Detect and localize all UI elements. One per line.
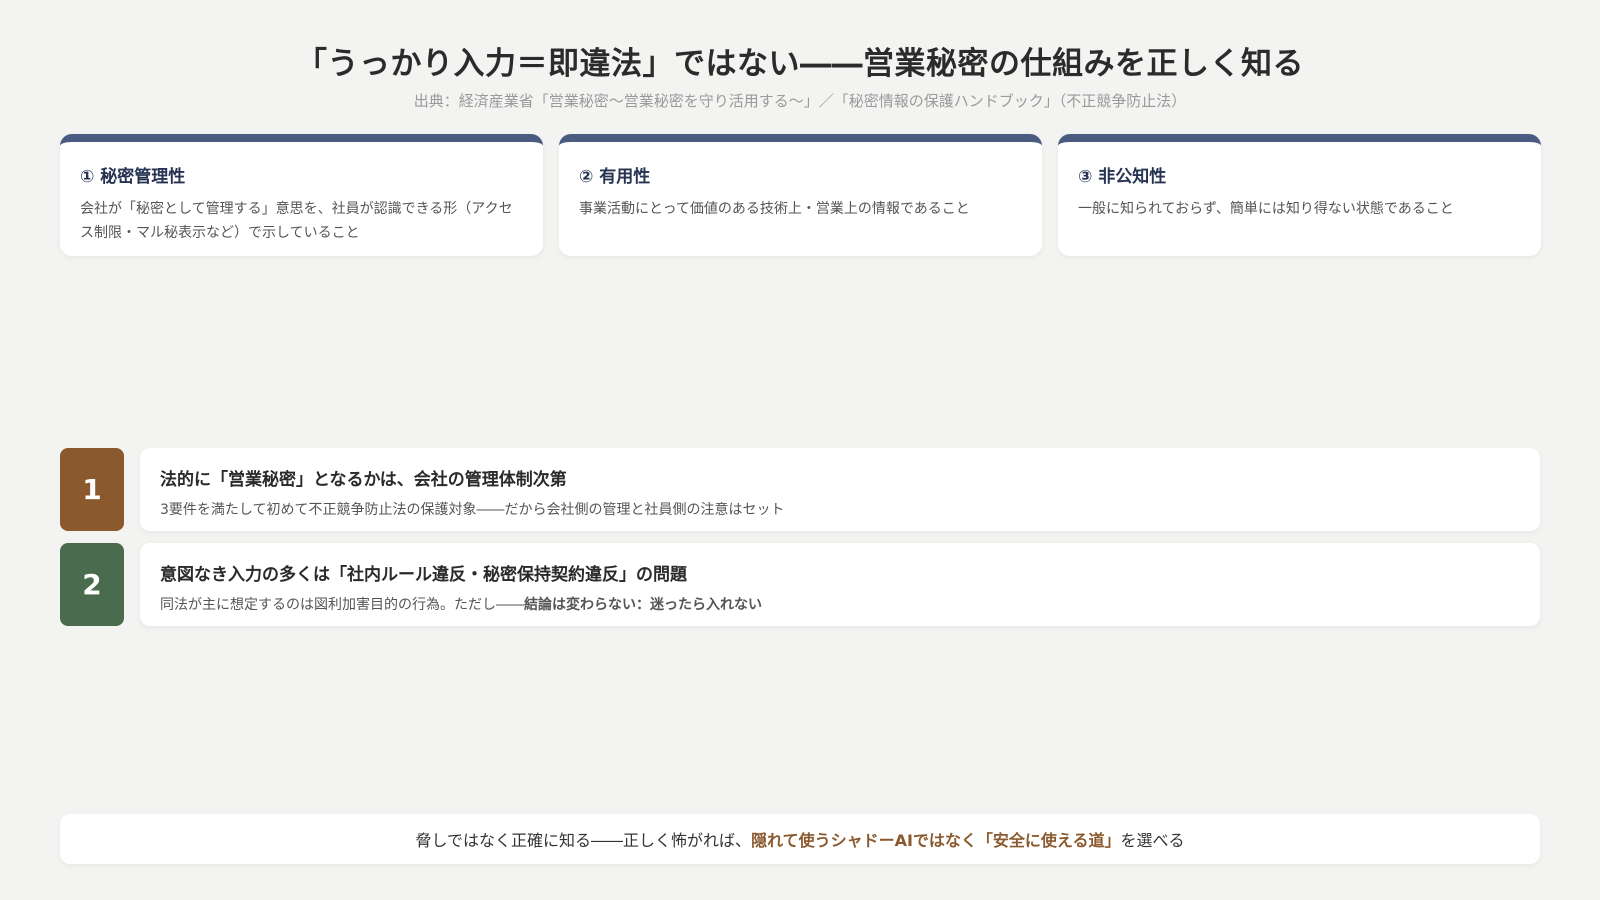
footer-accent: 隠れて使うシャドーAIではなく「安全に使える道」: [751, 831, 1121, 850]
requirement-card-secrecy-management: ① 秘密管理性 会社が「秘密として管理する」意思を、社員が認識できる形（アクセス…: [60, 134, 543, 256]
requirement-card-non-public: ③ 非公知性 一般に知られておらず、簡単には知り得ない状態であること: [1058, 134, 1541, 256]
requirement-title: ② 有用性: [579, 167, 651, 187]
footer-text-before: 脅しではなく正確に知る――正しく怖がれば、: [415, 831, 752, 850]
requirement-body: 一般に知られておらず、簡単には知り得ない状態であること: [1078, 201, 1454, 217]
point-body: 3要件を満たして初めて不正競争防止法の保護対象――だから会社側の管理と社員側の注…: [160, 499, 1520, 519]
footer-message: 脅しではなく正確に知る――正しく怖がれば、 隠れて使うシャドーAIではなく「安全に…: [60, 814, 1540, 864]
requirement-body: 事業活動にとって価値のある技術上・営業上の情報であること: [579, 201, 970, 217]
requirement-card-usefulness: ② 有用性 事業活動にとって価値のある技術上・営業上の情報であること: [559, 134, 1042, 256]
point-body-text: 同法が主に想定するのは図利加害目的の行為。ただし――: [160, 597, 524, 613]
requirement-title: ③ 非公知性: [1078, 167, 1167, 187]
point-card: 法的に「営業秘密」となるかは、会社の管理体制次第 3要件を満たして初めて不正競争…: [140, 448, 1540, 531]
requirement-body: 会社が「秘密として管理する」意思を、社員が認識できる形（アクセス制限・マル秘表示…: [80, 201, 513, 241]
footer-text-after: を選べる: [1120, 831, 1185, 850]
point-body: 同法が主に想定するのは図利加害目的の行為。ただし――結論は変わらない：迷ったら入…: [160, 594, 1520, 614]
point-body-text: 3要件を満たして初めて不正競争防止法の保護対象――だから会社側の管理と社員側の注…: [160, 502, 785, 518]
point-number-badge: 1: [60, 448, 124, 531]
requirement-title: ① 秘密管理性: [80, 167, 186, 187]
point-number-badge: 2: [60, 543, 124, 626]
point-title: 法的に「営業秘密」となるかは、会社の管理体制次第: [160, 470, 567, 490]
point-card: 意図なき入力の多くは「社内ルール違反・秘密保持契約違反」の問題 同法が主に想定す…: [140, 543, 1540, 626]
source-note: 出典：経済産業省「営業秘密～営業秘密を守り活用する～」／「秘密情報の保護ハンドブ…: [413, 92, 1187, 110]
point-title: 意図なき入力の多くは「社内ルール違反・秘密保持契約違反」の問題: [160, 565, 687, 585]
page-title: 「うっかり入力＝即違法」ではない――営業秘密の仕組みを正しく知る: [296, 46, 1304, 82]
point-conclusion: 結論は変わらない：迷ったら入れない: [524, 597, 762, 613]
